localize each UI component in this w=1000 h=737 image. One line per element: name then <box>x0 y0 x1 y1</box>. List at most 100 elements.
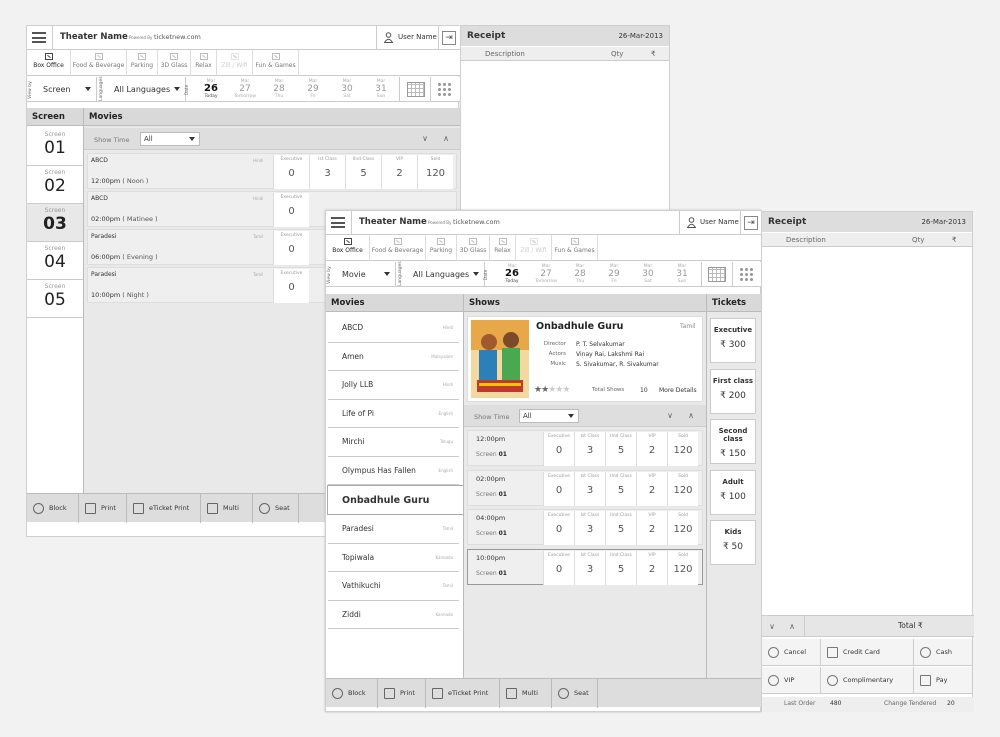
menu-icon[interactable] <box>331 217 345 228</box>
date-27[interactable]: Mar 27 Tomorrow <box>529 263 563 287</box>
complimentary-icon <box>827 674 838 686</box>
ticket-kids[interactable]: Kids ₹ 50 <box>710 520 756 565</box>
tab-3d-glass[interactable]: 3D Glass <box>457 235 490 261</box>
movie-item-onbadhule-guru[interactable]: Onbadhule Guru <box>327 485 465 515</box>
date-31[interactable]: Mar 31 Sun <box>665 263 699 287</box>
vip-button[interactable]: VIP <box>762 667 821 694</box>
logout-icon[interactable]: ⇥ <box>744 216 758 230</box>
credit-card-button[interactable]: Credit Card <box>821 639 914 666</box>
sort-down-icon[interactable]: ∨ <box>417 134 433 143</box>
tab-box-office[interactable]: Box Office <box>27 50 71 76</box>
movie-item-jolly-llb[interactable]: Jolly LLB Hindi <box>328 371 459 400</box>
sort-down-icon[interactable]: ∨ <box>662 411 678 420</box>
date-28[interactable]: Mar 28 Thu <box>563 263 597 287</box>
date-28[interactable]: Mar 28 Thu <box>262 78 296 102</box>
tab-box-office[interactable]: Box Office <box>326 235 370 261</box>
cancel-button[interactable]: Cancel <box>762 639 821 666</box>
multi-button[interactable]: Multi <box>500 679 552 708</box>
show-row[interactable]: 10:00pm Screen 01 Executive 0 Ist Class 3 IInd… <box>467 548 703 585</box>
date-29[interactable]: Mar 29 Fri <box>296 78 330 102</box>
screen-02[interactable]: Screen 02 <box>27 166 83 204</box>
sort-up-icon[interactable]: ∧ <box>683 411 699 420</box>
user-name[interactable]: User Name <box>398 33 437 41</box>
cash-button[interactable]: Cash <box>914 639 973 666</box>
seat-button[interactable]: Seat <box>253 494 299 523</box>
tab-relax[interactable]: Relax <box>191 50 217 76</box>
eticket-print-button[interactable]: eTicket Print <box>426 679 500 708</box>
multi-button[interactable]: Multi <box>201 494 253 523</box>
tab-food-beverage[interactable]: Food & Beverage <box>370 235 426 261</box>
seat-count-sold: Sold 120 <box>667 511 698 545</box>
movie-item-topiwala[interactable]: Topiwala Kannada <box>328 543 459 572</box>
logout-icon[interactable]: ⇥ <box>442 31 456 45</box>
view-by-select[interactable]: Screen <box>39 80 94 99</box>
view-by-select[interactable]: Movie <box>338 265 393 284</box>
tab-fun-games[interactable]: Fun & Games <box>253 50 299 76</box>
screen-04[interactable]: Screen 04 <box>27 242 83 280</box>
button-label: Seat <box>275 504 290 512</box>
scroll-up-icon[interactable]: ∧ <box>784 622 800 631</box>
date-29[interactable]: Mar 29 Fri <box>597 263 631 287</box>
button-label: Block <box>348 689 366 697</box>
ticket-first-class[interactable]: First class ₹ 200 <box>710 368 756 414</box>
calendar-icon[interactable] <box>407 82 425 97</box>
ticket-second-class[interactable]: Second class ₹ 150 <box>710 419 756 464</box>
tab-3d-glass[interactable]: 3D Glass <box>158 50 191 76</box>
movie-item-olympus-has-fallen[interactable]: Olympus Has Fallen English <box>328 456 459 485</box>
date-26[interactable]: Mar 26 Today <box>194 78 228 102</box>
movie-item-mirchi[interactable]: Mirchi Telugu <box>328 428 459 457</box>
movie-item-vathikuchi[interactable]: Vathikuchi Tamil <box>328 572 459 601</box>
multi-icon <box>506 687 517 699</box>
movie-item-amen[interactable]: Amen Malayalam <box>328 342 459 371</box>
movie-item-ziddi[interactable]: Ziddi Kannada <box>328 600 459 629</box>
screen-01[interactable]: Screen 01 <box>27 128 83 166</box>
seat-button[interactable]: Seat <box>552 679 598 708</box>
grid-view-icon[interactable] <box>739 267 755 282</box>
seat-count-ist-class: Ist Class 3 <box>574 432 605 466</box>
date-30[interactable]: Mar 30 Sat <box>330 78 364 102</box>
show-row[interactable]: 04:00pm Screen 01 Executive 0 Ist Class 3 IInd… <box>467 509 703 545</box>
show-row[interactable]: 02:00pm Screen 01 Executive 0 Ist Class 3 IInd… <box>467 469 703 506</box>
scroll-down-icon[interactable]: ∨ <box>764 622 780 631</box>
show-movie: ABCD <box>91 195 108 202</box>
date-31[interactable]: Mar 31 Sun <box>364 78 398 102</box>
tab-parking[interactable]: Parking <box>127 50 158 76</box>
show-time-select[interactable]: All <box>519 409 579 423</box>
tab-relax[interactable]: Relax <box>490 235 516 261</box>
user-name[interactable]: User Name <box>700 218 739 226</box>
menu-icon[interactable] <box>32 32 46 43</box>
date-27[interactable]: Mar 27 Tomorrow <box>228 78 262 102</box>
actors-value: Vinay Rai, Lakshmi Rai <box>576 351 644 358</box>
ticket-adult[interactable]: Adult ₹ 100 <box>710 469 756 515</box>
languages-select[interactable]: All Languages <box>110 80 183 99</box>
screen-03[interactable]: Screen 03 <box>27 204 83 242</box>
tab-zill-wifi[interactable]: Zill / Wifi <box>217 50 253 76</box>
tab-parking[interactable]: Parking <box>426 235 457 261</box>
tab-food-beverage[interactable]: Food & Beverage <box>71 50 127 76</box>
date-30[interactable]: Mar 30 Sat <box>631 263 665 287</box>
ticket-executive[interactable]: Executive ₹ 300 <box>710 318 756 363</box>
tab-fun-games[interactable]: Fun & Games <box>552 235 598 261</box>
languages-select[interactable]: All Languages <box>409 265 482 284</box>
grid-view-icon[interactable] <box>437 82 453 97</box>
block-button[interactable]: Block <box>27 494 79 523</box>
movie-item-abcd[interactable]: ABCD Hindi <box>328 314 459 343</box>
block-button[interactable]: Block <box>326 679 378 708</box>
print-button[interactable]: Print <box>79 494 127 523</box>
more-details-link[interactable]: More Details <box>659 387 697 394</box>
star-icon[interactable]: ★ <box>562 385 570 395</box>
show-time-select[interactable]: All <box>140 132 200 146</box>
complimentary-button[interactable]: Complimentary <box>821 667 914 694</box>
calendar-icon[interactable] <box>708 267 726 282</box>
show-row[interactable]: 12:00pm Screen 01 Executive 0 Ist Class 3 IInd… <box>467 430 703 466</box>
sort-up-icon[interactable]: ∧ <box>438 134 454 143</box>
tab-zill-wifi[interactable]: Zill / Wifi <box>516 235 552 261</box>
screen-05[interactable]: Screen 05 <box>27 280 83 318</box>
show-row[interactable]: ABCD Hindi 12:00pm ( Noon ) Executive 0 Ist C… <box>87 153 457 189</box>
date-26[interactable]: Mar 26 Today <box>495 263 529 287</box>
movie-item-life-of-pi[interactable]: Life of Pi English <box>328 399 459 428</box>
pay-button[interactable]: Pay <box>914 667 973 694</box>
eticket-print-button[interactable]: eTicket Print <box>127 494 201 523</box>
print-button[interactable]: Print <box>378 679 426 708</box>
movie-item-paradesi[interactable]: Paradesi Tamil <box>328 515 459 544</box>
